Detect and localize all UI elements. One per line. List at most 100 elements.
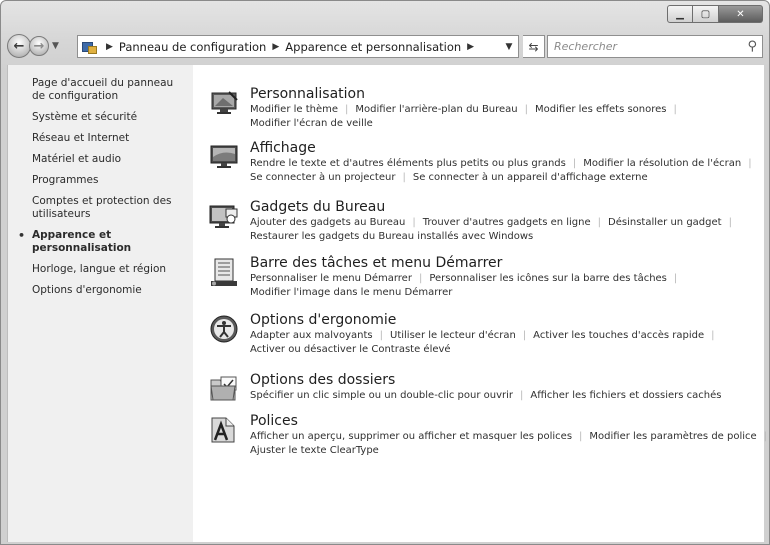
sidebar-item[interactable]: Réseau et Internet bbox=[32, 132, 185, 145]
address-bar[interactable]: ▶ Panneau de configuration ▶ Apparence e… bbox=[77, 35, 519, 58]
refresh-button[interactable]: ⇆ bbox=[523, 35, 545, 58]
search-input[interactable]: Rechercher ⚲ bbox=[547, 35, 763, 58]
personalization-icon[interactable] bbox=[209, 88, 239, 118]
task-link[interactable]: Modifier les effets sonores bbox=[535, 104, 666, 115]
category-title[interactable]: Affichage bbox=[250, 140, 769, 157]
control-panel-icon bbox=[82, 41, 97, 54]
gadgets-icon[interactable] bbox=[209, 201, 239, 231]
back-arrow-icon: ← bbox=[13, 38, 25, 54]
task-link[interactable]: Modifier le thème bbox=[250, 104, 338, 115]
sidebar-item[interactable]: Horloge, langue et région bbox=[32, 263, 185, 276]
navigation-bar: ← → ▼ ▶ Panneau de configuration ▶ Appar… bbox=[7, 34, 763, 60]
task-link[interactable]: Spécifier un clic simple ou un double-cl… bbox=[250, 390, 513, 401]
category-links-line: Modifier l'écran de veille bbox=[250, 117, 769, 131]
task-link[interactable]: Adapter aux malvoyants bbox=[250, 330, 373, 341]
category-links-line: Modifier l'image dans le menu Démarrer bbox=[250, 286, 769, 300]
category-links-line: Personnaliser le menu Démarrer | Personnal… bbox=[250, 272, 769, 286]
task-link[interactable]: Désinstaller un gadget bbox=[608, 217, 722, 228]
task-link[interactable]: Activer les touches d'accès rapide bbox=[533, 330, 704, 341]
link-separator: | bbox=[524, 104, 529, 115]
search-icon[interactable]: ⚲ bbox=[747, 39, 757, 54]
sidebar: Page d'accueil du panneau de configurati… bbox=[7, 65, 193, 542]
forward-button[interactable]: → bbox=[29, 36, 49, 56]
sidebar-item[interactable]: Apparence et personnalisation bbox=[18, 229, 185, 255]
task-link[interactable]: Personnaliser le menu Démarrer bbox=[250, 273, 412, 284]
task-link[interactable]: Personnaliser les icônes sur la barre de… bbox=[429, 273, 667, 284]
category-title[interactable]: Options des dossiers bbox=[250, 372, 769, 389]
task-link[interactable]: Se connecter à un appareil d'affichage e… bbox=[413, 172, 648, 183]
taskbar-icon[interactable] bbox=[209, 257, 239, 287]
task-link[interactable]: Afficher un aperçu, supprimer ou affiche… bbox=[250, 431, 572, 442]
task-link[interactable]: Se connecter à un projecteur bbox=[250, 172, 395, 183]
category-body: Options d'ergonomie Adapter aux malvoyant… bbox=[250, 312, 769, 357]
task-link[interactable]: Ajouter des gadgets au Bureau bbox=[250, 217, 405, 228]
breadcrumb-control-panel[interactable]: Panneau de configuration bbox=[119, 40, 266, 54]
breadcrumb-separator-icon[interactable]: ▶ bbox=[106, 42, 113, 52]
task-link[interactable]: Activer ou désactiver le Contraste élevé bbox=[250, 344, 451, 355]
ease-of-access-icon[interactable] bbox=[209, 314, 239, 344]
category-title[interactable]: Barre des tâches et menu Démarrer bbox=[250, 255, 769, 272]
breadcrumb-separator-icon[interactable]: ▶ bbox=[467, 42, 474, 52]
category-links-line: Activer ou désactiver le Contraste élevé bbox=[250, 343, 769, 357]
maximize-button[interactable]: ▢ bbox=[693, 5, 719, 23]
caption-buttons: ▁ ▢ ✕ bbox=[667, 5, 763, 23]
back-button[interactable]: ← bbox=[7, 34, 31, 58]
link-separator: | bbox=[597, 217, 602, 228]
link-separator: | bbox=[522, 330, 527, 341]
category-body: Polices Afficher un aperçu, supprimer ou … bbox=[250, 413, 769, 458]
category-links-line: Modifier le thème | Modifier l'arrière-pla… bbox=[250, 103, 769, 117]
sidebar-item[interactable]: Système et sécurité bbox=[32, 111, 185, 124]
link-separator: | bbox=[748, 158, 752, 169]
category-title[interactable]: Personnalisation bbox=[250, 86, 769, 103]
refresh-icon: ⇆ bbox=[528, 39, 539, 54]
sidebar-item[interactable]: Options d'ergonomie bbox=[32, 284, 185, 297]
category-links-line: Ajouter des gadgets au Bureau | Trouver d'… bbox=[250, 216, 769, 230]
forward-arrow-icon: → bbox=[33, 38, 45, 54]
link-separator: | bbox=[728, 217, 732, 228]
task-link[interactable]: Afficher les fichiers et dossiers cachés bbox=[530, 390, 721, 401]
breadcrumb-separator-icon[interactable]: ▶ bbox=[272, 42, 279, 52]
minimize-button[interactable]: ▁ bbox=[667, 5, 693, 23]
category-title[interactable]: Options d'ergonomie bbox=[250, 312, 769, 329]
sidebar-item[interactable]: Programmes bbox=[32, 174, 185, 187]
task-link[interactable]: Utiliser le lecteur d'écran bbox=[390, 330, 516, 341]
address-dropdown-icon[interactable]: ▼ bbox=[500, 42, 518, 52]
fonts-icon[interactable] bbox=[209, 415, 239, 445]
category-links-line: Ajuster le texte ClearType bbox=[250, 444, 769, 458]
sidebar-item[interactable]: Matériel et audio bbox=[32, 153, 185, 166]
task-link[interactable]: Rendre le texte et d'autres éléments plu… bbox=[250, 158, 566, 169]
category-title[interactable]: Gadgets du Bureau bbox=[250, 199, 769, 216]
link-separator: | bbox=[579, 431, 583, 442]
sidebar-item[interactable]: Page d'accueil du panneau de configurati… bbox=[32, 77, 185, 103]
main-content: Personnalisation Modifier le thème | Modifi… bbox=[193, 65, 767, 542]
close-button[interactable]: ✕ bbox=[719, 5, 763, 23]
category-links-line: Restaurer les gadgets du Bureau installé… bbox=[250, 230, 769, 244]
link-separator: | bbox=[673, 104, 677, 115]
category-links-line: Spécifier un clic simple ou un double-cl… bbox=[250, 389, 769, 403]
category-body: Affichage Rendre le texte et d'autres élé… bbox=[250, 140, 769, 185]
link-separator: | bbox=[402, 172, 406, 183]
link-separator: | bbox=[520, 390, 524, 401]
task-link[interactable]: Restaurer les gadgets du Bureau installé… bbox=[250, 231, 533, 242]
task-link[interactable]: Ajuster le texte ClearType bbox=[250, 445, 379, 456]
task-link[interactable]: Modifier l'écran de veille bbox=[250, 118, 373, 129]
category-links-line: Se connecter à un projecteur | Se connecte… bbox=[250, 171, 769, 185]
task-link[interactable]: Trouver d'autres gadgets en ligne bbox=[423, 217, 591, 228]
back-forward-group: ← → ▼ bbox=[7, 34, 59, 58]
task-link[interactable]: Modifier l'arrière-plan du Bureau bbox=[355, 104, 517, 115]
task-link[interactable]: Modifier l'image dans le menu Démarrer bbox=[250, 287, 452, 298]
recent-pages-dropdown-icon[interactable]: ▼ bbox=[52, 41, 59, 51]
sidebar-item[interactable]: Comptes et protection des utilisateurs bbox=[32, 195, 185, 221]
sidebar-list: Page d'accueil du panneau de configurati… bbox=[8, 65, 193, 297]
link-separator: | bbox=[763, 431, 768, 442]
folder-options-icon[interactable] bbox=[209, 374, 239, 404]
link-separator: | bbox=[572, 158, 577, 169]
task-link[interactable]: Modifier les paramètres de police bbox=[589, 431, 756, 442]
category-body: Barre des tâches et menu Démarrer Personn… bbox=[250, 255, 769, 300]
breadcrumb-appearance[interactable]: Apparence et personnalisation bbox=[285, 40, 461, 54]
category-links-line: Rendre le texte et d'autres éléments plu… bbox=[250, 157, 769, 171]
category-title[interactable]: Polices bbox=[250, 413, 769, 430]
display-icon[interactable] bbox=[209, 142, 239, 172]
task-link[interactable]: Modifier la résolution de l'écran bbox=[583, 158, 741, 169]
search-placeholder: Rechercher bbox=[554, 40, 618, 53]
